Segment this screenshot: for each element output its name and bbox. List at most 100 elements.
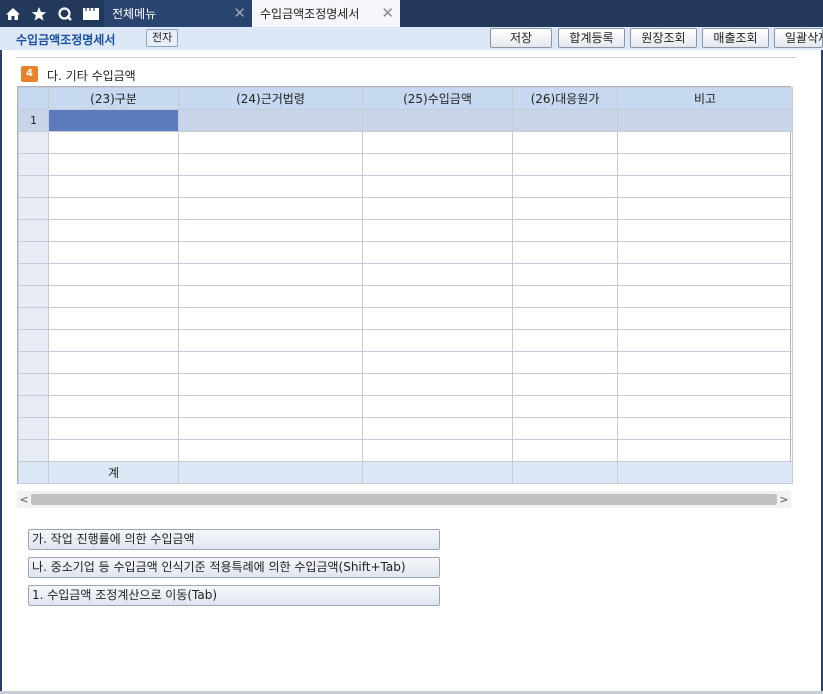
table-row[interactable]	[18, 439, 793, 462]
grid-cell-legal-basis[interactable]	[178, 219, 363, 242]
table-row[interactable]	[18, 395, 793, 418]
grid-cell-legal-basis[interactable]	[178, 417, 363, 440]
ledger-inquiry-button[interactable]: 원장조회	[630, 28, 697, 48]
grid-cell-legal-basis[interactable]	[178, 285, 363, 308]
grid-cell-category[interactable]	[48, 263, 179, 286]
grid-cell-income-amount[interactable]	[362, 109, 513, 132]
grid-cell-category[interactable]	[48, 351, 179, 374]
grid-cell-category[interactable]	[48, 285, 179, 308]
table-row[interactable]	[18, 153, 793, 176]
grid-cell-legal-basis[interactable]	[178, 175, 363, 198]
electronic-badge-button[interactable]: 전자	[146, 29, 179, 47]
grid-cell-corresponding-cost[interactable]	[512, 417, 618, 440]
horizontal-scrollbar[interactable]: < >	[17, 491, 791, 508]
grid-cell-corresponding-cost[interactable]	[512, 109, 618, 132]
table-row[interactable]	[18, 241, 793, 264]
grid-cell-income-amount[interactable]	[362, 373, 513, 396]
grid-cell-corresponding-cost[interactable]	[512, 263, 618, 286]
grid-cell-legal-basis[interactable]	[178, 153, 363, 176]
grid-cell-remarks[interactable]	[617, 153, 793, 176]
grid-cell-income-amount[interactable]	[362, 395, 513, 418]
grid-cell-category[interactable]	[48, 131, 179, 154]
grid-cell-corresponding-cost[interactable]	[512, 329, 618, 352]
grid-cell-remarks[interactable]	[617, 351, 793, 374]
table-row[interactable]	[18, 373, 793, 396]
grid-cell-income-amount[interactable]	[362, 241, 513, 264]
grid-cell-remarks[interactable]	[617, 307, 793, 330]
grid-cell-legal-basis[interactable]	[178, 263, 363, 286]
table-row[interactable]	[18, 351, 793, 374]
grid-cell-legal-basis[interactable]	[178, 109, 363, 132]
grid-cell-income-amount[interactable]	[362, 197, 513, 220]
search-q-icon[interactable]	[52, 0, 78, 27]
grid-cell-remarks[interactable]	[617, 175, 793, 198]
grid-cell-remarks[interactable]	[617, 373, 793, 396]
grid-cell-corresponding-cost[interactable]	[512, 241, 618, 264]
table-row[interactable]	[18, 285, 793, 308]
close-icon[interactable]: ✕	[381, 5, 394, 21]
grid-cell-legal-basis[interactable]	[178, 373, 363, 396]
grid-cell-remarks[interactable]	[617, 197, 793, 220]
grid-cell-income-amount[interactable]	[362, 219, 513, 242]
table-row[interactable]	[18, 131, 793, 154]
progress-income-button[interactable]: 가. 작업 진행률에 의한 수입금액	[28, 529, 440, 550]
grid-cell-legal-basis[interactable]	[178, 329, 363, 352]
grid-cell-remarks[interactable]	[617, 109, 793, 132]
scroll-right-icon[interactable]: >	[777, 491, 791, 508]
grid-cell-corresponding-cost[interactable]	[512, 131, 618, 154]
summary-register-button[interactable]: 합계등록	[558, 28, 625, 48]
grid-cell-category[interactable]	[48, 417, 179, 440]
table-row[interactable]	[18, 197, 793, 220]
grid-cell-remarks[interactable]	[617, 131, 793, 154]
grid-cell-remarks[interactable]	[617, 417, 793, 440]
home-icon[interactable]	[0, 0, 26, 27]
grid-cell-remarks[interactable]	[617, 285, 793, 308]
grid-cell-category[interactable]	[48, 439, 179, 462]
sales-inquiry-button[interactable]: 매출조회	[702, 28, 769, 48]
grid-cell-income-amount[interactable]	[362, 153, 513, 176]
grid-cell-income-amount[interactable]	[362, 131, 513, 154]
grid-cell-legal-basis[interactable]	[178, 241, 363, 264]
grid-cell-income-amount[interactable]	[362, 263, 513, 286]
grid-cell-category[interactable]	[48, 307, 179, 330]
scroll-left-icon[interactable]: <	[17, 491, 31, 508]
favorites-star-icon[interactable]	[26, 0, 52, 27]
grid-cell-income-amount[interactable]	[362, 175, 513, 198]
tab-income-adjustment[interactable]: 수입금액조정명세서 ✕	[252, 0, 400, 27]
grid-cell-category[interactable]	[48, 373, 179, 396]
grid-cell-remarks[interactable]	[617, 263, 793, 286]
grid-cell-legal-basis[interactable]	[178, 307, 363, 330]
grid-cell-corresponding-cost[interactable]	[512, 439, 618, 462]
grid-cell-income-amount[interactable]	[362, 439, 513, 462]
grid-cell-category[interactable]	[48, 175, 179, 198]
grid-cell-corresponding-cost[interactable]	[512, 373, 618, 396]
menu-grid-icon[interactable]	[78, 0, 104, 27]
grid-cell-corresponding-cost[interactable]	[512, 307, 618, 330]
grid-cell-remarks[interactable]	[617, 219, 793, 242]
scrollbar-thumb[interactable]	[31, 494, 777, 505]
grid-cell-income-amount[interactable]	[362, 417, 513, 440]
table-row[interactable]	[18, 329, 793, 352]
grid-cell-legal-basis[interactable]	[178, 439, 363, 462]
grid-cell-category[interactable]	[48, 153, 179, 176]
tab-all-menu[interactable]: 전체메뉴 ✕	[104, 0, 252, 27]
grid-cell-legal-basis[interactable]	[178, 197, 363, 220]
grid-cell-income-amount[interactable]	[362, 285, 513, 308]
grid-cell-category[interactable]	[48, 395, 179, 418]
grid-cell-corresponding-cost[interactable]	[512, 197, 618, 220]
column-header-remarks[interactable]: 비고	[617, 87, 793, 110]
grid-cell-income-amount[interactable]	[362, 329, 513, 352]
grid-cell-corresponding-cost[interactable]	[512, 395, 618, 418]
grid-cell-remarks[interactable]	[617, 329, 793, 352]
table-row[interactable]	[18, 263, 793, 286]
grid-cell-income-amount[interactable]	[362, 307, 513, 330]
column-header-income-amount[interactable]: (25)수입금액	[362, 87, 513, 110]
grid-cell-remarks[interactable]	[617, 439, 793, 462]
grid-cell-legal-basis[interactable]	[178, 131, 363, 154]
grid-cell-legal-basis[interactable]	[178, 351, 363, 374]
grid-cell-remarks[interactable]	[617, 395, 793, 418]
move-to-adjustment-button[interactable]: 1. 수입금액 조정계산으로 이동(Tab)	[28, 585, 440, 606]
grid-cell-income-amount[interactable]	[362, 351, 513, 374]
column-header-corresponding-cost[interactable]: (26)대응원가	[512, 87, 618, 110]
sme-income-button[interactable]: 나. 중소기업 등 수입금액 인식기준 적용특례에 의한 수입금액(Shift+…	[28, 557, 440, 578]
